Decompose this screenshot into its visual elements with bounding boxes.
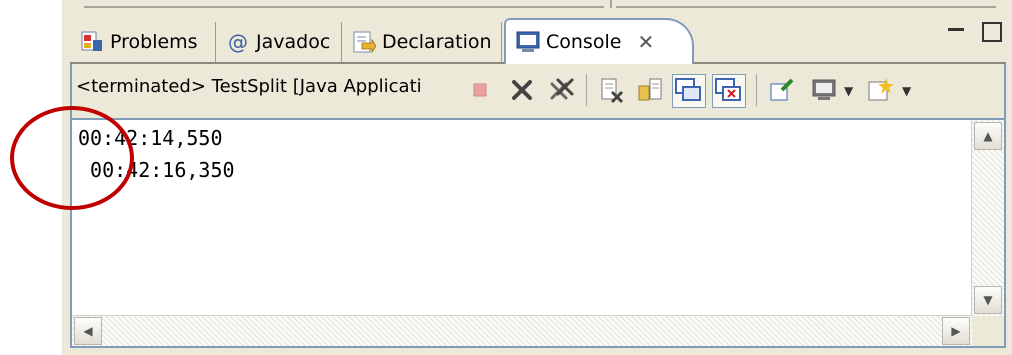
scroll-right-icon[interactable]: ▶ [942, 317, 970, 345]
close-tab-icon[interactable]: ✕ [637, 30, 654, 54]
tab-declaration[interactable]: Declaration [342, 22, 502, 62]
tab-label: Declaration [382, 31, 492, 53]
divider [610, 0, 612, 8]
eclipse-view-frame: Problems @ Javadoc Declaration Console ✕… [62, 0, 1012, 355]
open-console-icon[interactable] [866, 76, 894, 104]
divider [84, 6, 604, 8]
console-line: 00:42:16,350 [78, 158, 235, 182]
terminate-icon[interactable] [466, 76, 494, 104]
at-sign-icon: @ [226, 30, 250, 54]
scroll-left-icon[interactable]: ◀ [74, 317, 102, 345]
chevron-down-icon[interactable]: ▼ [902, 84, 911, 98]
scroll-lock-icon[interactable] [598, 76, 626, 104]
horizontal-scrollbar[interactable]: ◀ ▶ [72, 315, 972, 346]
scroll-up-icon[interactable]: ▲ [974, 122, 1002, 150]
console-toolbar: <terminated> TestSplit [Java Applicati ▼… [70, 64, 1006, 118]
console-output: 00:42:14,550 00:42:16,350 [78, 122, 235, 186]
tab-console[interactable]: Console ✕ [504, 18, 694, 64]
svg-text:@: @ [228, 30, 248, 54]
tab-javadoc[interactable]: @ Javadoc [216, 22, 342, 62]
word-wrap-icon[interactable] [636, 76, 664, 104]
show-on-stderr-icon[interactable] [712, 74, 746, 108]
console-line: 00:42:14,550 [78, 126, 223, 150]
scrollbar-corner [972, 316, 1004, 346]
tab-label: Javadoc [256, 31, 331, 53]
maximize-icon[interactable] [982, 22, 1002, 42]
launch-status-label: <terminated> TestSplit [Java Applicati [76, 76, 422, 97]
scroll-down-icon[interactable]: ▼ [974, 286, 1002, 314]
pin-console-icon[interactable] [768, 76, 796, 104]
tab-problems[interactable]: Problems [70, 22, 216, 62]
toolbar-separator [586, 74, 587, 106]
divider [616, 6, 996, 8]
remove-all-launches-icon[interactable] [548, 76, 576, 104]
console-icon [516, 30, 540, 54]
toolbar-separator [756, 74, 757, 106]
chevron-down-icon[interactable]: ▼ [844, 84, 853, 98]
declaration-icon [352, 30, 377, 54]
display-console-icon[interactable] [810, 76, 838, 104]
view-tab-row: Problems @ Javadoc Declaration Console ✕ [70, 18, 1006, 64]
remove-launch-icon[interactable] [508, 76, 536, 104]
tab-label: Problems [110, 31, 198, 53]
problems-icon [80, 30, 104, 54]
vertical-scrollbar[interactable]: ▲ ▼ [971, 120, 1004, 316]
tab-label: Console [546, 31, 622, 53]
minimize-icon[interactable] [946, 22, 966, 42]
console-output-area[interactable]: 00:42:14,550 00:42:16,350 ▲ ▼ ◀ ▶ [70, 118, 1006, 348]
view-window-controls [946, 22, 1002, 42]
show-on-stdout-icon[interactable] [672, 74, 706, 108]
top-edge [62, 0, 1012, 12]
